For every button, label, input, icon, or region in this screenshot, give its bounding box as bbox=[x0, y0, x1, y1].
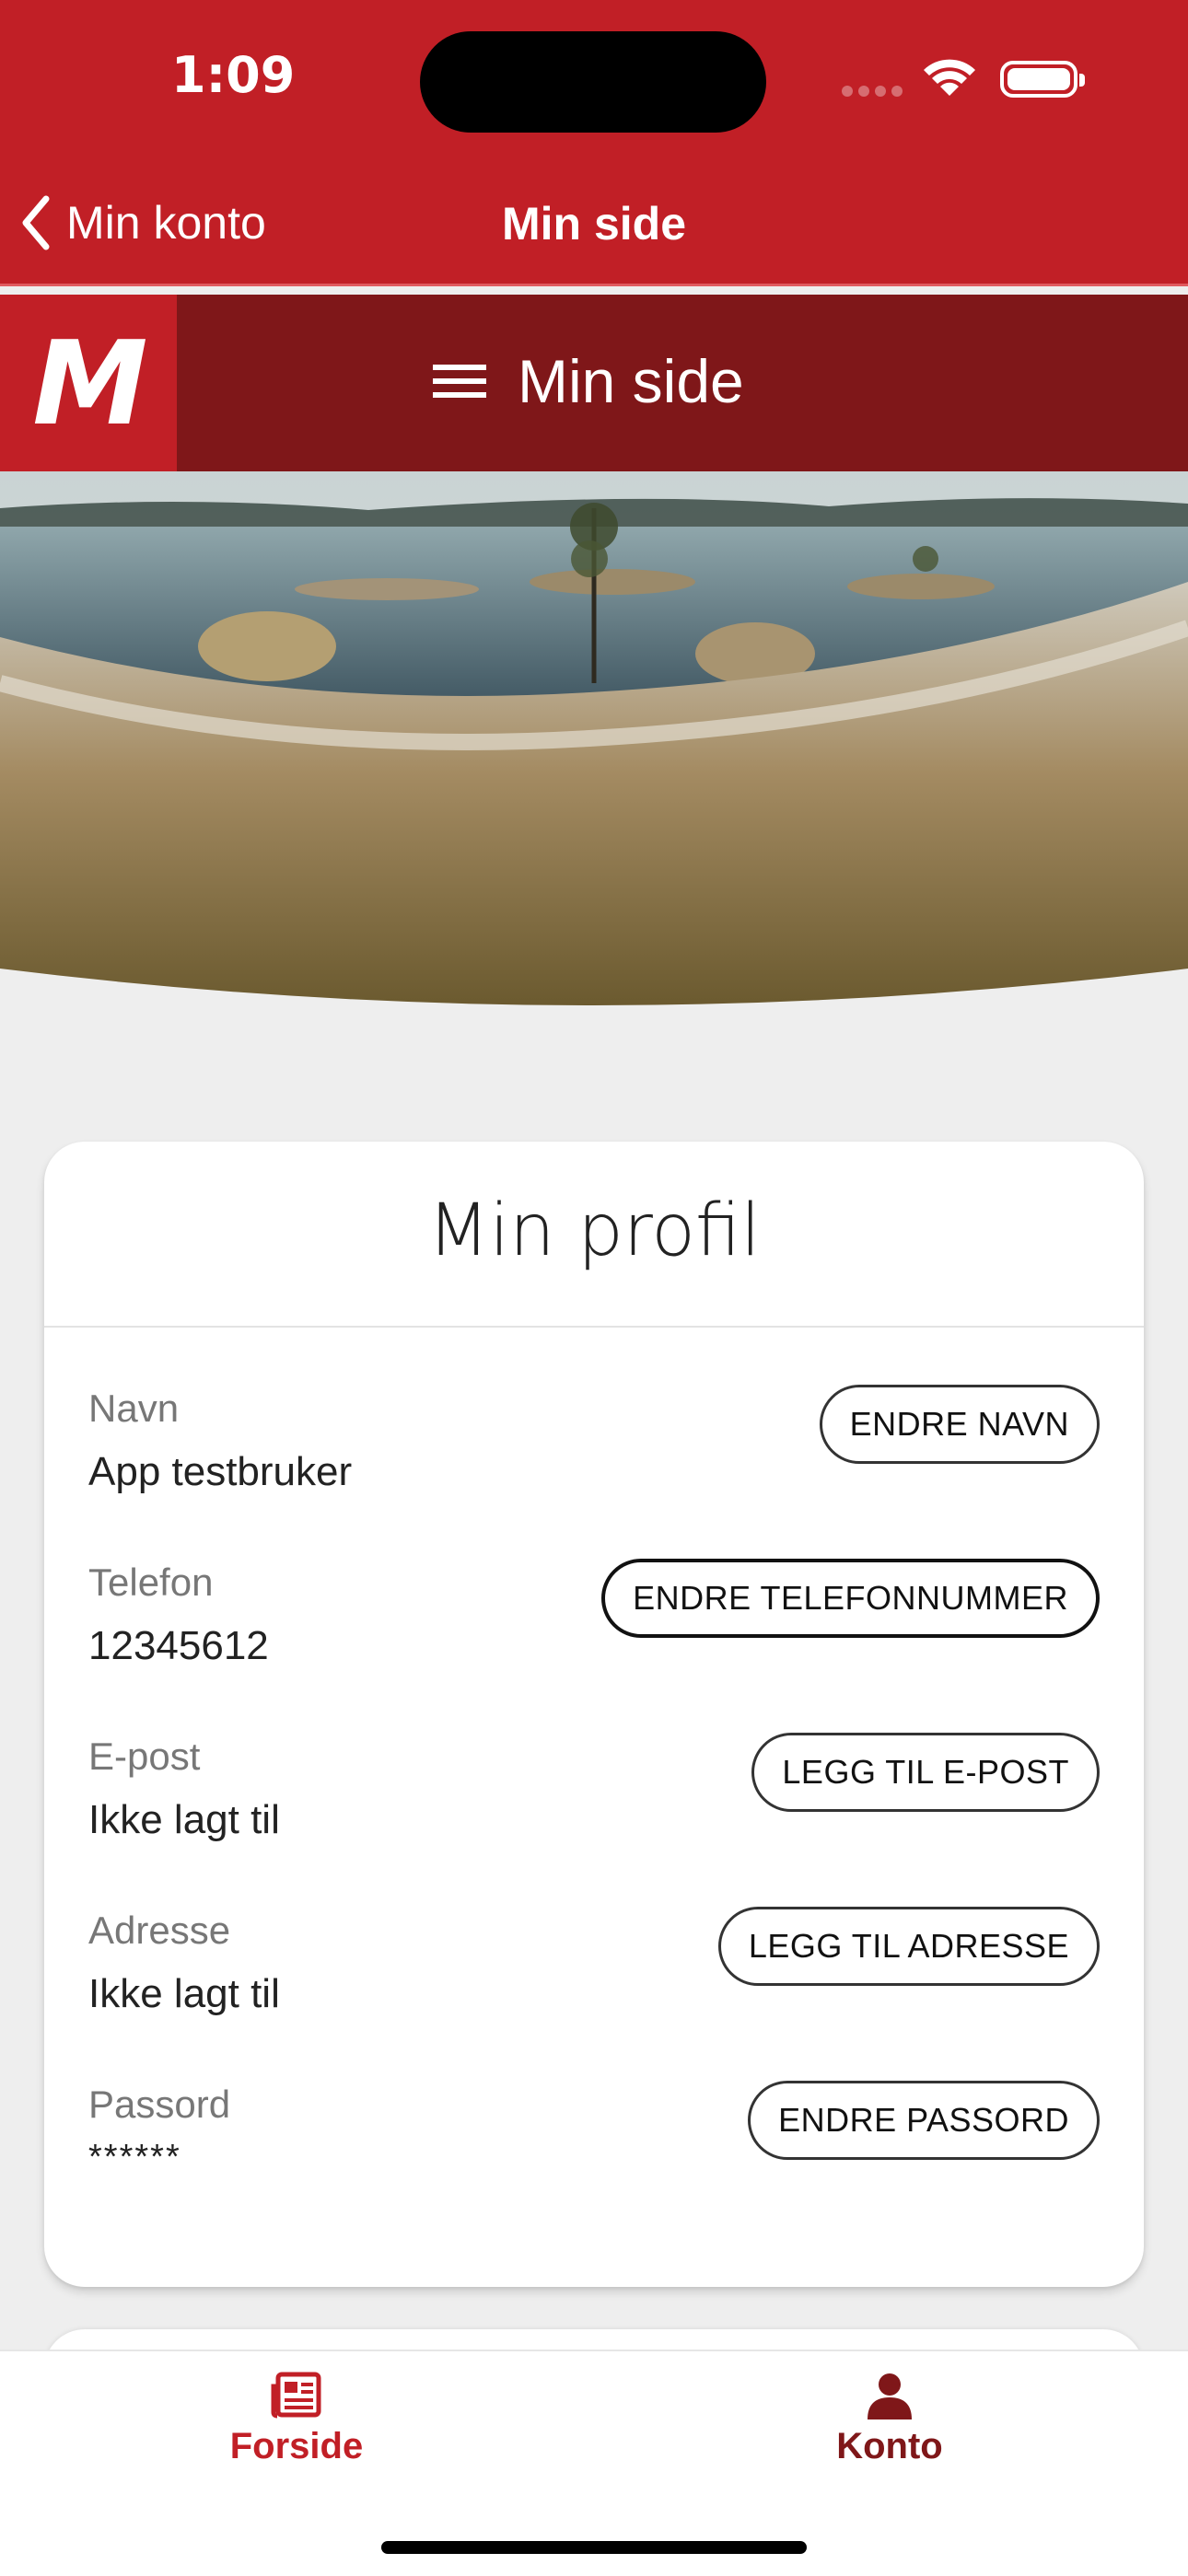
battery-icon bbox=[1000, 61, 1085, 98]
newspaper-icon bbox=[271, 2372, 321, 2419]
nav-divider bbox=[0, 284, 1188, 286]
email-label: E-post bbox=[88, 1735, 201, 1778]
phone-label: Telefon bbox=[88, 1561, 214, 1604]
tab-forside-label: Forside bbox=[229, 2426, 364, 2466]
hero-landscape-image bbox=[0, 471, 1188, 1005]
profile-title: Min profil bbox=[427, 1189, 761, 1272]
email-value: Ikke lagt til bbox=[88, 1797, 280, 1842]
profile-row-epost: E-post Ikke lagt til LEGG TIL E-POST bbox=[88, 1733, 1100, 1891]
logo-text: M bbox=[32, 315, 147, 451]
tab-forside[interactable]: Forside bbox=[158, 2372, 435, 2467]
profile-row-telefon: Telefon 12345612 ENDRE TELEFONNUMMER bbox=[88, 1559, 1100, 1717]
status-bar: 1:09 bbox=[0, 0, 1188, 157]
add-email-button[interactable]: LEGG TIL E-POST bbox=[751, 1733, 1100, 1812]
hamburger-menu-icon bbox=[433, 365, 486, 398]
change-password-button[interactable]: ENDRE PASSORD bbox=[748, 2081, 1100, 2160]
address-label: Adresse bbox=[88, 1909, 231, 1952]
nav-title: Min side bbox=[501, 198, 687, 249]
name-label: Navn bbox=[88, 1387, 180, 1430]
site-header: M Min side bbox=[0, 295, 1188, 471]
menu-label: Min side bbox=[518, 347, 744, 415]
person-icon bbox=[868, 2373, 912, 2419]
phone-value: 12345612 bbox=[88, 1623, 269, 1668]
name-value: App testbruker bbox=[88, 1449, 353, 1494]
change-name-button[interactable]: ENDRE NAVN bbox=[819, 1385, 1100, 1464]
tab-konto[interactable]: Konto bbox=[751, 2372, 1028, 2467]
address-value: Ikke lagt til bbox=[88, 1971, 280, 2016]
site-logo[interactable]: M bbox=[0, 295, 177, 471]
home-indicator bbox=[381, 2541, 807, 2554]
profile-row-adresse: Adresse Ikke lagt til LEGG TIL ADRESSE bbox=[88, 1907, 1100, 2065]
add-address-button[interactable]: LEGG TIL ADRESSE bbox=[717, 1907, 1100, 1986]
profile-card: Min profil Navn App testbruker ENDRE NAV… bbox=[44, 1142, 1144, 2287]
password-value: ****** bbox=[88, 2138, 181, 2176]
navigation-bar: Min konto Min side bbox=[0, 157, 1188, 285]
change-phone-button[interactable]: ENDRE TELEFONNUMMER bbox=[601, 1559, 1100, 1638]
wifi-icon bbox=[921, 57, 978, 102]
profile-divider bbox=[44, 1326, 1144, 1328]
profile-row-passord: Passord ****** ENDRE PASSORD bbox=[88, 2081, 1100, 2239]
cellular-signal-icon bbox=[842, 85, 908, 101]
menu-button[interactable]: Min side bbox=[433, 346, 744, 416]
status-time: 1:09 bbox=[171, 46, 296, 104]
tab-konto-label: Konto bbox=[836, 2426, 943, 2466]
password-label: Passord bbox=[88, 2083, 231, 2126]
profile-row-navn: Navn App testbruker ENDRE NAVN bbox=[88, 1385, 1100, 1543]
dynamic-island bbox=[420, 31, 766, 133]
